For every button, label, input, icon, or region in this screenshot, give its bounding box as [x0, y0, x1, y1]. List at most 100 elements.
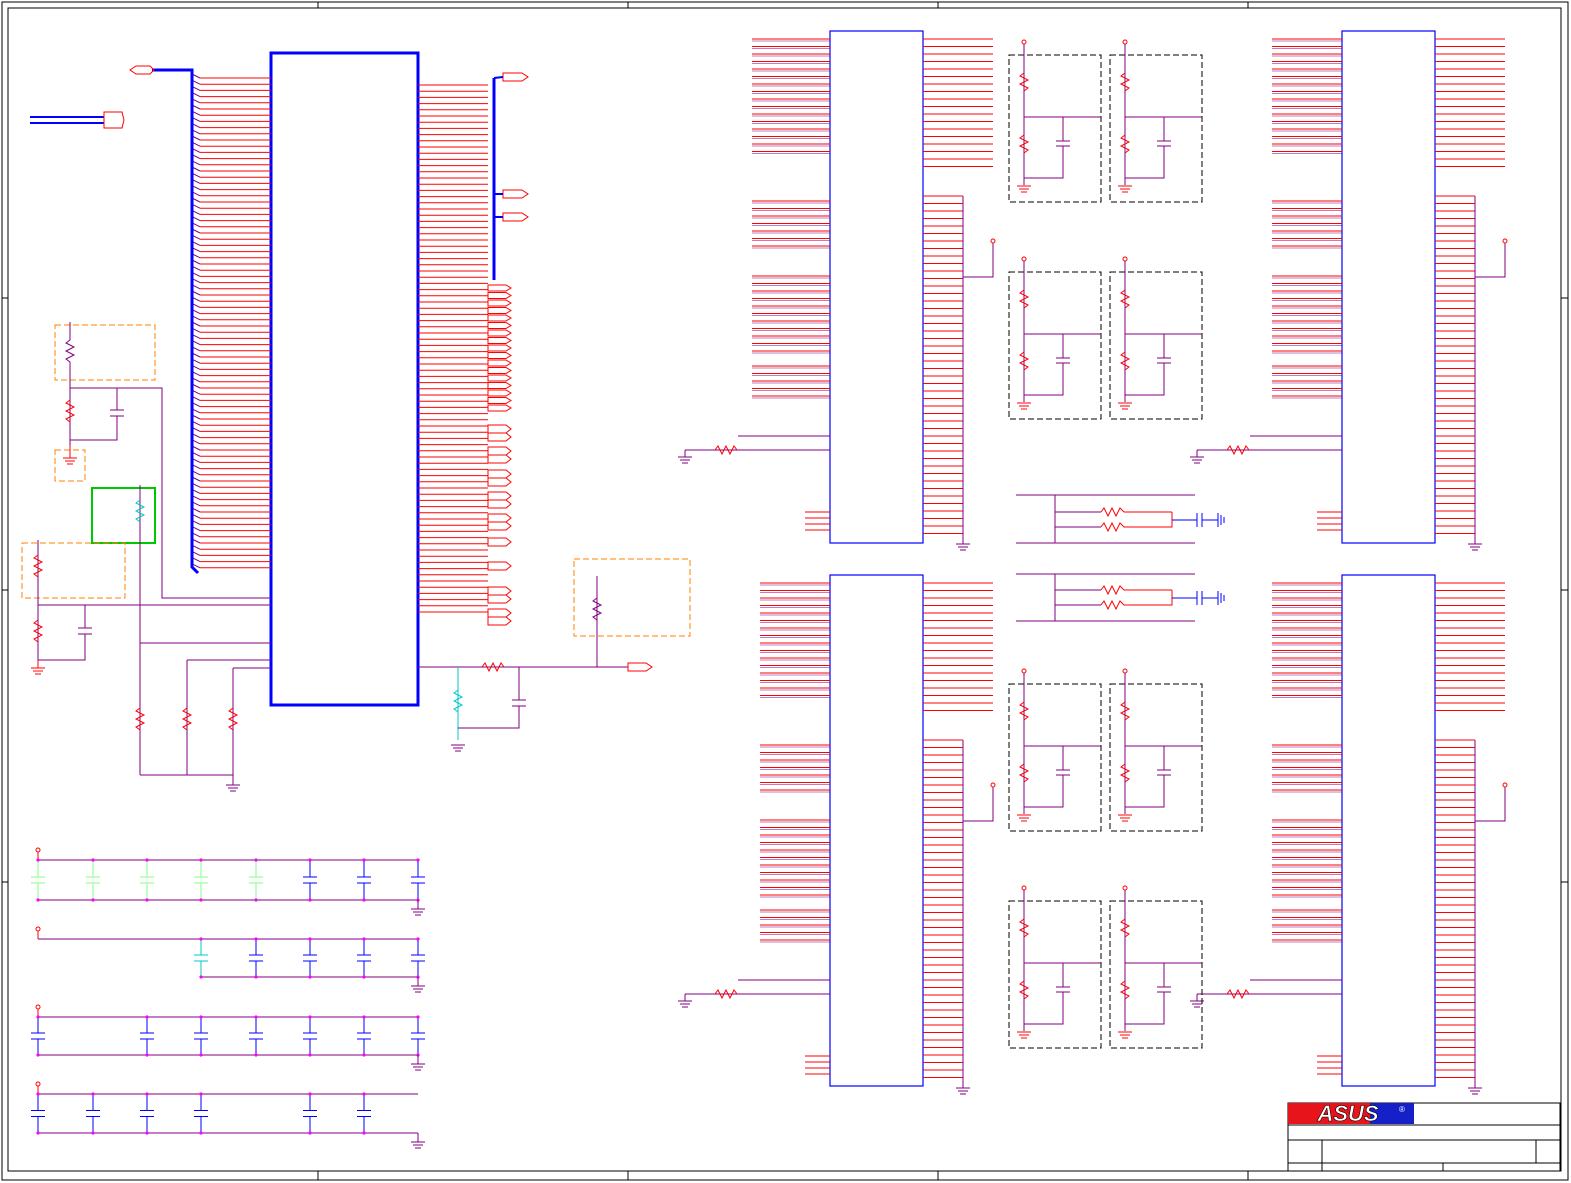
port-connector [487, 322, 512, 329]
port-connector [487, 608, 512, 618]
ground-symbol [1118, 402, 1132, 410]
port-connector [487, 469, 512, 479]
junction [199, 1131, 203, 1135]
rail [38, 859, 418, 901]
decoupling-capacitor [31, 860, 45, 900]
junction [91, 898, 95, 902]
power-node [1122, 668, 1128, 674]
capacitor [1125, 745, 1202, 808]
capacitor [1125, 333, 1202, 396]
port-connector [487, 374, 512, 382]
port-connector [487, 491, 512, 501]
decoupling-capacitor [31, 1094, 45, 1133]
capacitor [1125, 962, 1202, 1025]
registered-mark: ® [1399, 1105, 1405, 1114]
power-node [35, 926, 41, 932]
junction [362, 1092, 366, 1096]
vref-divider-groups [1008, 39, 1203, 1049]
output-filter-network [418, 558, 691, 752]
power-node [35, 1081, 41, 1087]
ground-symbol [1190, 449, 1227, 464]
power-node [990, 782, 996, 788]
ground-symbol [1017, 1031, 1031, 1039]
chip-outline [1341, 574, 1436, 1087]
port-connector [487, 292, 512, 299]
decoupling-capacitor [249, 860, 263, 900]
junction [91, 1092, 95, 1096]
junction [91, 858, 95, 862]
power-node [1021, 256, 1027, 262]
junction [308, 1053, 312, 1057]
port-connector [487, 594, 512, 604]
decoupling-capacitor [357, 860, 371, 900]
port-connector [487, 389, 512, 397]
decoupling-capacitor [411, 860, 425, 900]
junction [416, 937, 420, 941]
junction [145, 898, 149, 902]
junction [308, 858, 312, 862]
rail [38, 1093, 418, 1134]
decoupling-capacitor [303, 939, 317, 977]
junction [254, 1053, 258, 1057]
junction [362, 858, 366, 862]
port-connector [487, 513, 512, 523]
ground-symbol [678, 993, 715, 1008]
junction [254, 937, 258, 941]
port-connector [487, 477, 512, 487]
junction [199, 1053, 203, 1057]
junction [145, 1015, 149, 1019]
net-line [1227, 435, 1342, 451]
decoupling-capacitor [86, 860, 100, 900]
ground-symbol [1118, 1031, 1132, 1039]
junction [36, 898, 40, 902]
memory-chip [1190, 574, 1508, 1095]
decoupling-capacitor [31, 1017, 45, 1055]
chip-outline [829, 574, 924, 1087]
junction [416, 1015, 420, 1019]
ground-symbol [1190, 993, 1227, 1008]
power-node [35, 847, 41, 853]
decoupling-capacitor [411, 1017, 425, 1055]
port-connector [487, 499, 512, 509]
decoupling-capacitor [357, 1017, 371, 1055]
port-connector [487, 299, 512, 307]
junction [199, 1015, 203, 1019]
port-connector [487, 537, 512, 547]
memory-chip [1190, 30, 1508, 551]
ground-symbol [1468, 541, 1482, 551]
decoupling-capacitor [249, 939, 263, 977]
power-node [1502, 782, 1508, 788]
junction [254, 898, 258, 902]
capacitor [1024, 333, 1101, 396]
port-connector [487, 446, 512, 456]
vref-wire [1475, 787, 1506, 822]
net-line [1227, 979, 1342, 995]
rail [38, 1016, 418, 1056]
junction [145, 1053, 149, 1057]
decoupling-capacitor [194, 1017, 208, 1055]
chip-outline [829, 30, 924, 544]
junction [308, 1131, 312, 1135]
port-connector [487, 616, 512, 626]
capacitor [1125, 116, 1202, 179]
decoupling-capacitor [140, 1094, 154, 1133]
decoupling-capacitor [303, 1017, 317, 1055]
decoupling-capacitor [140, 860, 154, 900]
port-connector [487, 352, 512, 359]
junction [254, 1015, 258, 1019]
left-bias-networks [21, 322, 271, 792]
decoupling-capacitor [357, 1094, 371, 1133]
memory-chip [678, 30, 996, 551]
junction [362, 1015, 366, 1019]
ground-symbol [1017, 814, 1031, 822]
junction [308, 937, 312, 941]
port-connector [487, 314, 512, 322]
decoupling-capacitor [357, 939, 371, 977]
divider-group [1008, 256, 1102, 420]
junction [36, 1092, 40, 1096]
ground-symbol [1017, 185, 1031, 193]
port-connector [487, 307, 512, 314]
power-node [35, 1004, 41, 1010]
logo-text: ASUS [1316, 1101, 1378, 1126]
junction [308, 975, 312, 979]
